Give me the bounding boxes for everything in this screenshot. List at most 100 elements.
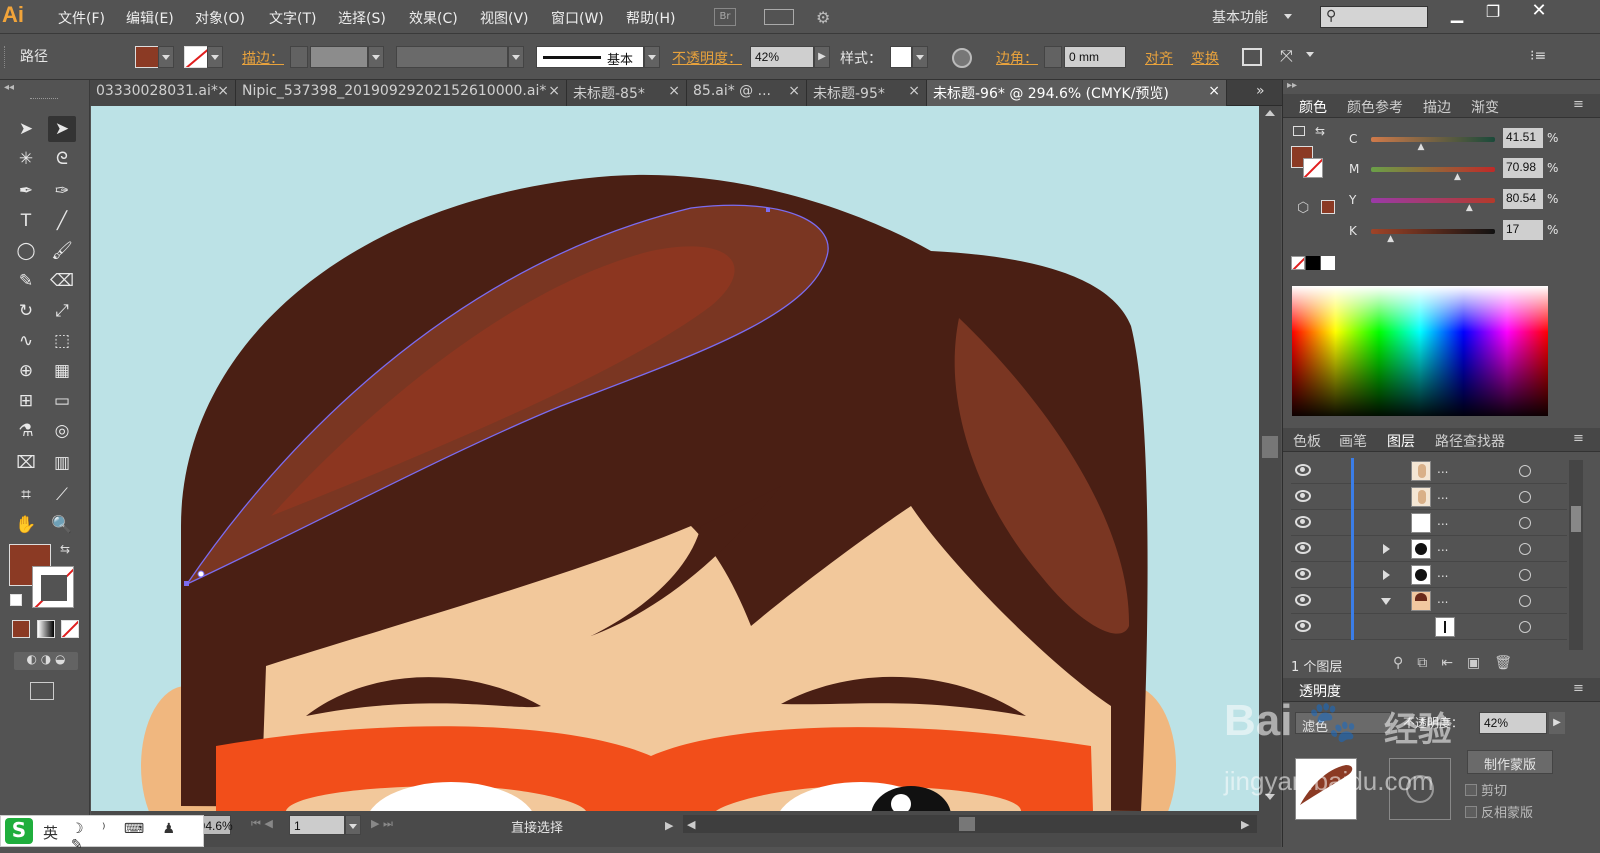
anchor-handle[interactable] xyxy=(197,570,205,578)
target-icon[interactable] xyxy=(1519,465,1531,477)
tab-document-1[interactable]: 03330028031.ai* × xyxy=(90,80,236,106)
collapse-icon[interactable] xyxy=(1381,598,1391,605)
channel-k-value[interactable]: 17 xyxy=(1503,220,1543,240)
perspective-grid-tool-icon[interactable]: ▦ xyxy=(48,358,76,384)
channel-m-knob[interactable]: ▲ xyxy=(1454,172,1461,182)
isolate-icon[interactable] xyxy=(1242,48,1262,66)
warp-tool-icon[interactable]: ∿ xyxy=(12,328,40,354)
shape-builder-icon[interactable]: ⤧ xyxy=(1280,46,1302,66)
panel-menu-icon[interactable]: ≡ xyxy=(1573,681,1584,696)
tab-pathfinder[interactable]: 路径查找器 xyxy=(1435,431,1505,451)
close-icon[interactable]: × xyxy=(908,83,920,99)
opacity-label[interactable]: 不透明度： xyxy=(672,48,742,68)
opacity-slider-toggle[interactable]: ▶ xyxy=(1549,712,1565,734)
menu-view[interactable]: 视图(V) xyxy=(480,8,529,28)
menu-select[interactable]: 选择(S) xyxy=(338,8,386,28)
tab-overflow-icon[interactable]: » xyxy=(1256,83,1265,99)
zoom-tool-icon[interactable]: 🔍 xyxy=(48,512,76,538)
eyedropper-tool-icon[interactable]: ⚗ xyxy=(12,418,40,444)
fill-dropdown[interactable] xyxy=(158,46,174,68)
scroll-thumb[interactable] xyxy=(959,817,975,831)
target-icon[interactable] xyxy=(1519,517,1531,529)
graphic-style-swatch[interactable] xyxy=(890,46,912,68)
direct-selection-tool-icon[interactable]: ➤ xyxy=(48,116,76,142)
line-tool-icon[interactable]: ╱ xyxy=(48,208,76,234)
menu-edit[interactable]: 编辑(E) xyxy=(126,8,174,28)
opacity-slider-toggle[interactable]: ▶ xyxy=(814,46,830,68)
out-of-gamut-icon[interactable]: ⬡ xyxy=(1297,200,1309,216)
anchor-point[interactable] xyxy=(184,581,189,586)
magic-wand-tool-icon[interactable]: ✳ xyxy=(12,146,40,172)
panel-menu-icon[interactable]: ≡ xyxy=(1573,97,1584,112)
symbol-sprayer-tool-icon[interactable]: ⌧ xyxy=(12,450,40,476)
corner-field[interactable]: 0 mm xyxy=(1064,46,1126,68)
tab-stroke[interactable]: 描边 xyxy=(1423,97,1451,117)
lasso-tool-icon[interactable]: ᘓ xyxy=(48,146,76,172)
layer-row[interactable] xyxy=(1291,614,1567,640)
minimize-icon[interactable]: ▁ xyxy=(1446,4,1468,26)
tab-document-4[interactable]: 85.ai* @ ... × xyxy=(687,80,807,106)
tab-swatches[interactable]: 色板 xyxy=(1293,431,1321,451)
rotate-tool-icon[interactable]: ↻ xyxy=(12,298,40,324)
fill-swatch[interactable] xyxy=(135,46,159,68)
menu-effect[interactable]: 效果(C) xyxy=(409,8,458,28)
black-swatch[interactable] xyxy=(1306,256,1320,270)
sogou-logo-icon[interactable]: S xyxy=(5,818,33,844)
ime-tool-icons[interactable]: ☽ ⁾ ⌨ ♟ ✎ xyxy=(71,821,203,853)
stroke-label[interactable]: 描边： xyxy=(242,48,284,68)
hand-tool-icon[interactable]: ✋ xyxy=(12,512,40,538)
opacity-field[interactable]: 42% xyxy=(750,46,814,68)
none-mode-icon[interactable] xyxy=(61,620,79,638)
layer-row[interactable]: ... xyxy=(1291,588,1567,614)
close-icon[interactable]: × xyxy=(548,83,560,99)
stroke-dropdown[interactable] xyxy=(207,46,223,68)
shape-builder-tool-icon[interactable]: ⊕ xyxy=(12,358,40,384)
channel-y-knob[interactable]: ▲ xyxy=(1466,203,1473,213)
artboard-number-field[interactable]: 1 xyxy=(289,815,345,835)
close-icon[interactable]: × xyxy=(668,83,680,99)
menu-object[interactable]: 对象(O) xyxy=(195,8,245,28)
tab-document-5[interactable]: 未标题-95* × xyxy=(807,80,927,106)
swap-colors-icon[interactable]: ⇆ xyxy=(1315,124,1325,138)
channel-k-knob[interactable]: ▲ xyxy=(1387,234,1394,244)
variable-width-profile[interactable] xyxy=(396,46,508,68)
channel-c-value[interactable]: 41.51 xyxy=(1503,128,1543,148)
brush-definition[interactable]: 基本 xyxy=(536,46,644,68)
restore-icon[interactable]: ❐ xyxy=(1482,2,1504,24)
mesh-tool-icon[interactable]: ⊞ xyxy=(12,388,40,414)
screen-mode-icon[interactable] xyxy=(30,682,54,700)
layer-row[interactable]: ... xyxy=(1291,536,1567,562)
graphic-style-dropdown[interactable] xyxy=(912,46,928,68)
gradient-mode-icon[interactable] xyxy=(37,620,55,638)
channel-m-slider[interactable] xyxy=(1371,167,1495,172)
blend-tool-icon[interactable]: ◎ xyxy=(48,418,76,444)
target-icon[interactable] xyxy=(1519,621,1531,633)
artboard-nav-last[interactable]: ▶ ⏭ xyxy=(371,817,393,831)
corner-label[interactable]: 边角： xyxy=(996,48,1038,68)
target-icon[interactable] xyxy=(1519,595,1531,607)
menu-help[interactable]: 帮助(H) xyxy=(626,8,675,28)
artboard-canvas[interactable] xyxy=(91,106,1259,811)
bridge-button[interactable]: Br xyxy=(714,8,736,26)
ime-language[interactable]: 英 xyxy=(43,822,58,843)
scroll-left-icon[interactable]: ◀ xyxy=(687,818,695,831)
expand-icon[interactable] xyxy=(1383,544,1390,554)
chevron-down-icon[interactable] xyxy=(1306,52,1314,57)
free-transform-tool-icon[interactable]: ⬚ xyxy=(48,328,76,354)
channel-y-slider[interactable] xyxy=(1371,198,1495,203)
channel-m-value[interactable]: 70.98 xyxy=(1503,158,1543,178)
stroke-color-box[interactable] xyxy=(32,566,74,608)
slice-tool-icon[interactable]: ⟋ xyxy=(48,482,76,508)
default-colors-icon[interactable] xyxy=(10,594,22,606)
collapse-icon[interactable]: ▸▸ xyxy=(1287,80,1297,91)
gamut-swatch[interactable] xyxy=(1321,200,1335,214)
pencil-tool-icon[interactable]: ✎ xyxy=(12,268,40,294)
tab-gradient[interactable]: 渐变 xyxy=(1471,97,1499,117)
target-icon[interactable] xyxy=(1519,543,1531,555)
artboard-nav-first[interactable]: ⏮ ◀ xyxy=(251,817,273,831)
align-link[interactable]: 对齐 xyxy=(1145,48,1173,68)
corner-stepper[interactable] xyxy=(1044,46,1062,68)
arrange-documents-icon[interactable] xyxy=(764,9,794,25)
paintbrush-tool-icon[interactable]: 🖌 xyxy=(48,238,76,264)
white-swatch[interactable] xyxy=(1321,256,1335,270)
